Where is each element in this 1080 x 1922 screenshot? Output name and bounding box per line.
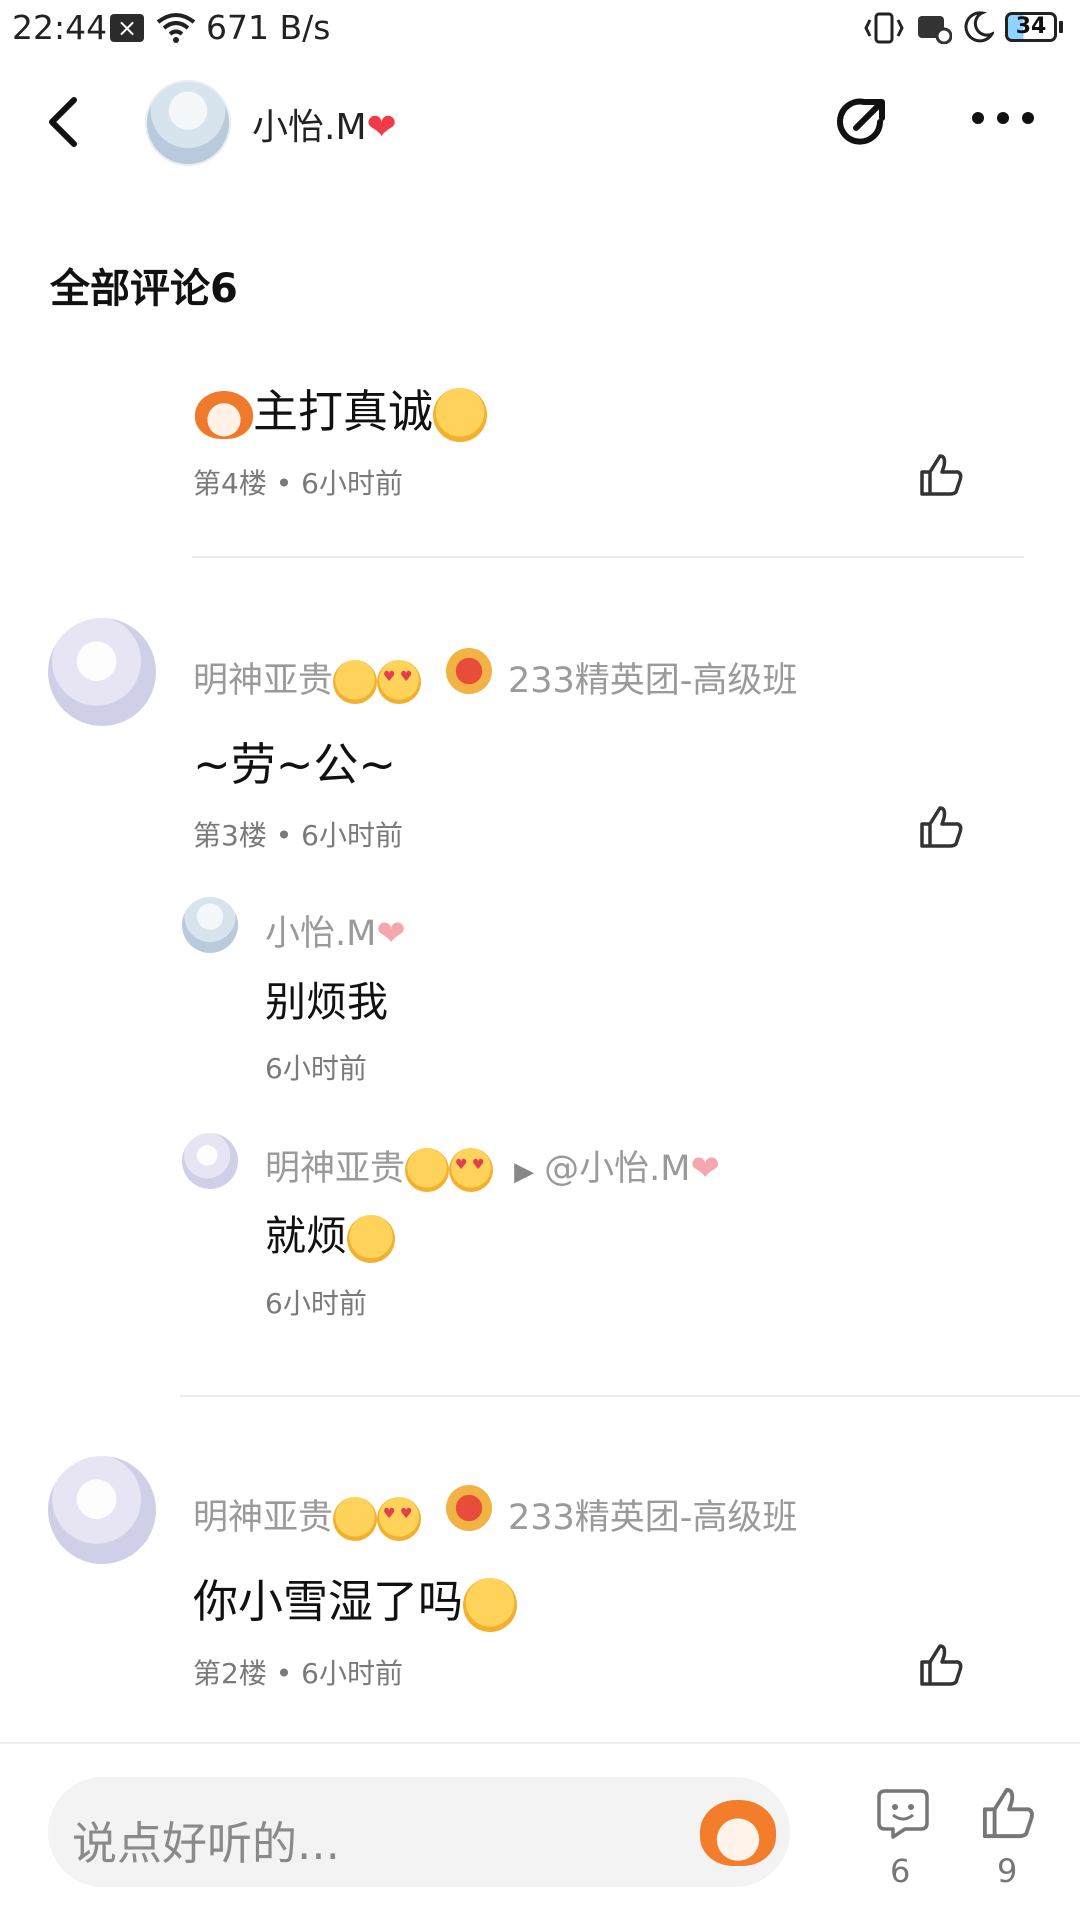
comment-content: 你小雪湿了吗 [193, 1565, 518, 1632]
heart-eyes-emoji-icon [377, 1497, 422, 1541]
divider [192, 556, 1024, 558]
reply-content: 就烦 [265, 1202, 395, 1263]
heart-eyes-emoji-icon [377, 660, 422, 704]
wink-emoji-icon [433, 388, 488, 442]
back-arrow-icon[interactable] [44, 96, 84, 148]
like-icon[interactable] [918, 1642, 964, 1688]
status-time: 22:44 [12, 8, 108, 47]
comment-icon[interactable] [875, 1785, 931, 1841]
mascot-sticker-icon[interactable] [700, 1800, 776, 1866]
reply-author[interactable]: 小怡.M❤ [265, 905, 406, 956]
reply-avatar[interactable] [182, 1133, 238, 1189]
hug-emoji-icon [333, 660, 378, 704]
comment-meta: 第4楼 • 6小时前 [193, 467, 403, 500]
comment-input-placeholder[interactable]: 说点好听的... [72, 1807, 340, 1872]
hug-emoji-icon [347, 1215, 395, 1263]
comment-meta: 第3楼 • 6小时前 [193, 819, 403, 852]
heart-icon: ❤ [376, 914, 406, 954]
more-options-icon[interactable] [970, 110, 1036, 126]
battery-tip [1059, 21, 1063, 33]
header-user-name[interactable]: 小怡.M❤ [252, 98, 397, 150]
wifi-icon [156, 13, 196, 43]
reply-text: 就烦 [265, 1212, 347, 1260]
heart-eyes-emoji-icon [449, 1148, 494, 1192]
comment-author-name: 明神亚贵 [193, 661, 334, 701]
mascot-emoji-icon [195, 391, 253, 439]
comment-author[interactable]: 明神亚贵 [193, 652, 422, 704]
comment-meta: 第2楼 • 6小时前 [193, 1657, 403, 1690]
group-badge[interactable]: 233精英团-高级班 [508, 652, 797, 703]
reply-time: 6小时前 [265, 1052, 367, 1085]
reply-author-name: 明神亚贵 [265, 1149, 406, 1189]
network-speed: 671 B/s [206, 8, 331, 47]
reply-target[interactable]: @小怡.M [544, 1149, 690, 1189]
moon-icon [964, 11, 994, 43]
sim-card-icon [918, 16, 952, 44]
comment-author[interactable]: 明神亚贵 [193, 1489, 422, 1541]
like-icon[interactable] [980, 1785, 1036, 1841]
comment-author-name: 明神亚贵 [193, 1498, 334, 1538]
comment-count: 6 [890, 1852, 911, 1890]
hug-emoji-icon [463, 1578, 518, 1632]
hug-emoji-icon [405, 1148, 450, 1192]
comments-section-title: 全部评论6 [50, 266, 238, 312]
comment-text: ~劳~公~ [193, 738, 397, 791]
comment-avatar[interactable] [48, 618, 156, 726]
heart-icon: ❤ [690, 1149, 720, 1189]
hug-emoji-icon [333, 1497, 378, 1541]
like-icon[interactable] [918, 452, 964, 498]
header-name-text: 小怡.M [252, 107, 367, 148]
status-bar: 22:44 × 671 B/s 34 [0, 0, 1080, 58]
comment-text: 主打真诚 [253, 385, 434, 438]
comment-avatar[interactable] [48, 1456, 156, 1564]
medal-icon [446, 1485, 492, 1531]
group-badge[interactable]: 233精英团-高级班 [508, 1489, 797, 1540]
like-count: 9 [997, 1852, 1018, 1890]
vibrate-icon [864, 12, 904, 44]
reply-time: 6小时前 [265, 1287, 367, 1320]
reply-avatar[interactable] [182, 897, 238, 953]
reply-author-name: 小怡.M [265, 914, 377, 954]
share-icon[interactable] [830, 90, 896, 156]
reply-text: 别烦我 [265, 978, 388, 1026]
reply-author[interactable]: 明神亚贵 ▶ @小怡.M❤ [265, 1140, 720, 1192]
like-icon[interactable] [918, 804, 964, 850]
header-avatar[interactable] [145, 80, 231, 166]
medal-icon [446, 648, 492, 694]
battery-indicator: 34 [1005, 12, 1057, 42]
comment-content: 主打真诚 [195, 375, 488, 442]
heart-icon: ❤ [366, 107, 397, 148]
comment-text: 你小雪湿了吗 [193, 1575, 464, 1628]
notification-x-icon: × [110, 14, 144, 42]
divider [180, 1395, 1080, 1397]
reply-arrow-icon: ▶ [514, 1157, 535, 1187]
